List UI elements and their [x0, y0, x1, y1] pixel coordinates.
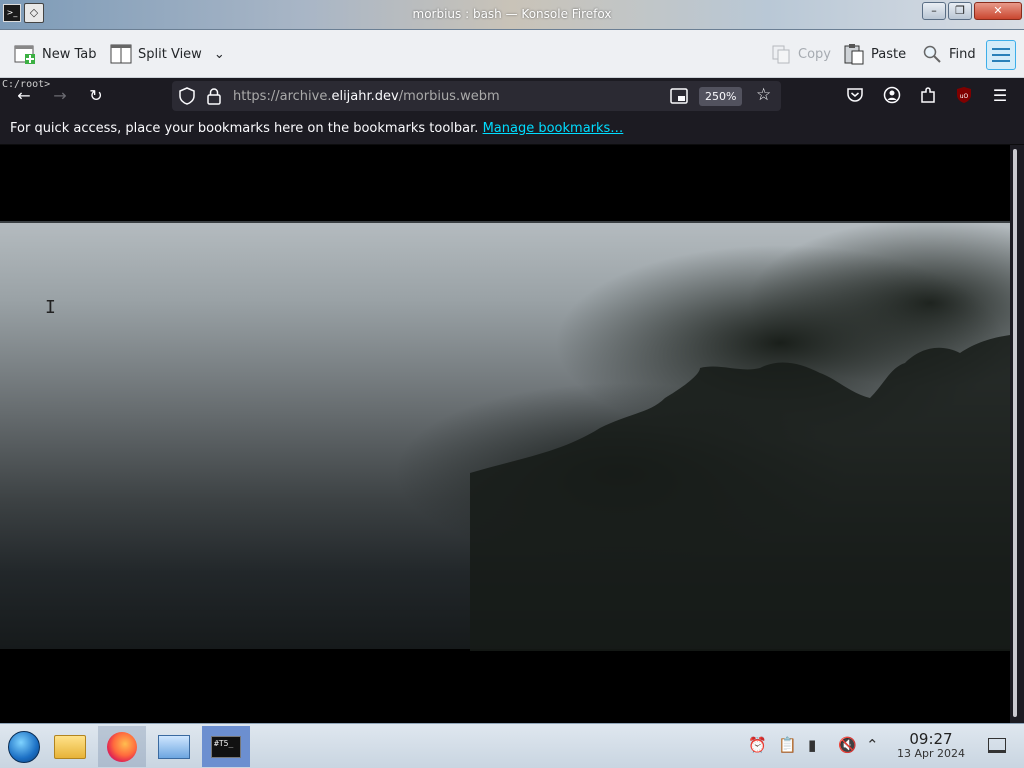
video-player[interactable] [0, 221, 1010, 651]
paste-button[interactable]: Paste [843, 42, 906, 66]
url-text[interactable]: https://archive.elijahr.dev/morbius.webm [233, 89, 500, 104]
forward-arrow-icon[interactable]: → [48, 84, 72, 106]
shield-icon[interactable] [178, 87, 196, 109]
zoom-level-badge[interactable]: 250% [699, 87, 743, 106]
hamburger-menu-button[interactable] [986, 40, 1016, 70]
bookmarks-toolbar: For quick access, place your bookmarks h… [0, 112, 1024, 145]
maximize-button[interactable]: ❐ [948, 2, 972, 20]
lock-icon[interactable] [206, 87, 222, 109]
page-scrollbar[interactable] [1010, 145, 1024, 723]
extensions-icon[interactable] [916, 84, 940, 106]
paste-icon [843, 43, 865, 65]
browser-navbar: ← → ↻ https://archive.elijahr.dev/morbiu… [0, 78, 1024, 112]
taskbar-file-manager[interactable] [46, 726, 94, 767]
account-icon[interactable] [880, 84, 904, 106]
volume-muted-icon[interactable]: 🔇 [838, 736, 857, 754]
pocket-icon[interactable] [843, 84, 867, 106]
folder-icon [54, 734, 86, 759]
konsole-toolbar: New Tab Split View ⌄ Copy Paste Find [0, 30, 1024, 78]
url-bar[interactable]: https://archive.elijahr.dev/morbius.webm… [172, 81, 781, 111]
new-tab-icon [14, 43, 36, 65]
terminal-prompt: C:/root> [2, 79, 51, 90]
terminal-icon: #T5_ [211, 735, 241, 758]
system-monitor-icon [158, 734, 190, 759]
firefox-icon [107, 731, 137, 762]
page-content: I [0, 145, 1010, 723]
taskbar: #T5_ ⏰ 📋 ▮ 🔇 ⌃ 09:27 13 Apr 2024 [0, 723, 1024, 768]
treeline-silhouette [470, 335, 1010, 651]
picture-in-picture-icon[interactable] [670, 88, 688, 108]
bookmark-star-icon[interactable]: ☆ [756, 85, 771, 105]
window-title: morbius : bash — Konsole Firefox [412, 7, 612, 21]
clock-date: 13 Apr 2024 [896, 747, 965, 760]
bookmarks-message: For quick access, place your bookmarks h… [10, 121, 479, 136]
split-view-icon [110, 43, 132, 65]
scrollbar-thumb[interactable] [1013, 149, 1017, 717]
ublock-origin-icon[interactable]: uO [952, 84, 976, 106]
show-desktop-icon[interactable] [988, 738, 1006, 753]
copy-icon [770, 43, 792, 65]
start-orb-icon [8, 730, 40, 763]
new-tab-button[interactable]: New Tab [14, 42, 97, 66]
url-host: elijahr.dev [331, 89, 399, 104]
split-view-button[interactable]: Split View ⌄ [110, 42, 225, 66]
clipboard-icon[interactable]: 📋 [778, 736, 797, 754]
split-view-label: Split View [138, 46, 202, 62]
window-titlebar[interactable]: >_ ◇ morbius : bash — Konsole Firefox – … [0, 0, 1024, 30]
find-label: Find [949, 46, 976, 62]
search-icon [921, 43, 943, 65]
minimize-button[interactable]: – [922, 2, 946, 20]
clock-time: 09:27 [909, 730, 953, 748]
taskbar-firefox[interactable] [98, 726, 146, 767]
notifications-icon[interactable]: ⏰ [748, 736, 767, 754]
manage-bookmarks-link[interactable]: Manage bookmarks… [483, 121, 624, 136]
close-button[interactable]: ✕ [974, 2, 1022, 20]
url-prefix: https://archive. [233, 89, 332, 104]
copy-label: Copy [798, 46, 831, 62]
find-button[interactable]: Find [921, 42, 976, 66]
paste-label: Paste [871, 46, 907, 62]
svg-text:uO: uO [960, 93, 969, 100]
chevron-down-icon[interactable]: ⌄ [214, 47, 225, 62]
taskbar-konsole[interactable]: #T5_ [202, 726, 250, 767]
chevron-up-icon[interactable]: ⌃ [866, 736, 879, 754]
text-cursor-icon: I [45, 297, 56, 318]
start-menu-button[interactable] [0, 726, 48, 767]
new-tab-label: New Tab [42, 46, 97, 62]
battery-icon[interactable]: ▮ [808, 736, 816, 754]
copy-button[interactable]: Copy [770, 42, 831, 66]
url-path: /morbius.webm [398, 89, 500, 104]
app-menu-icon[interactable]: ☰ [988, 84, 1012, 106]
clock[interactable]: 09:27 13 Apr 2024 [893, 730, 969, 760]
reload-icon[interactable]: ↻ [84, 84, 108, 106]
taskbar-system-monitor[interactable] [150, 726, 198, 767]
